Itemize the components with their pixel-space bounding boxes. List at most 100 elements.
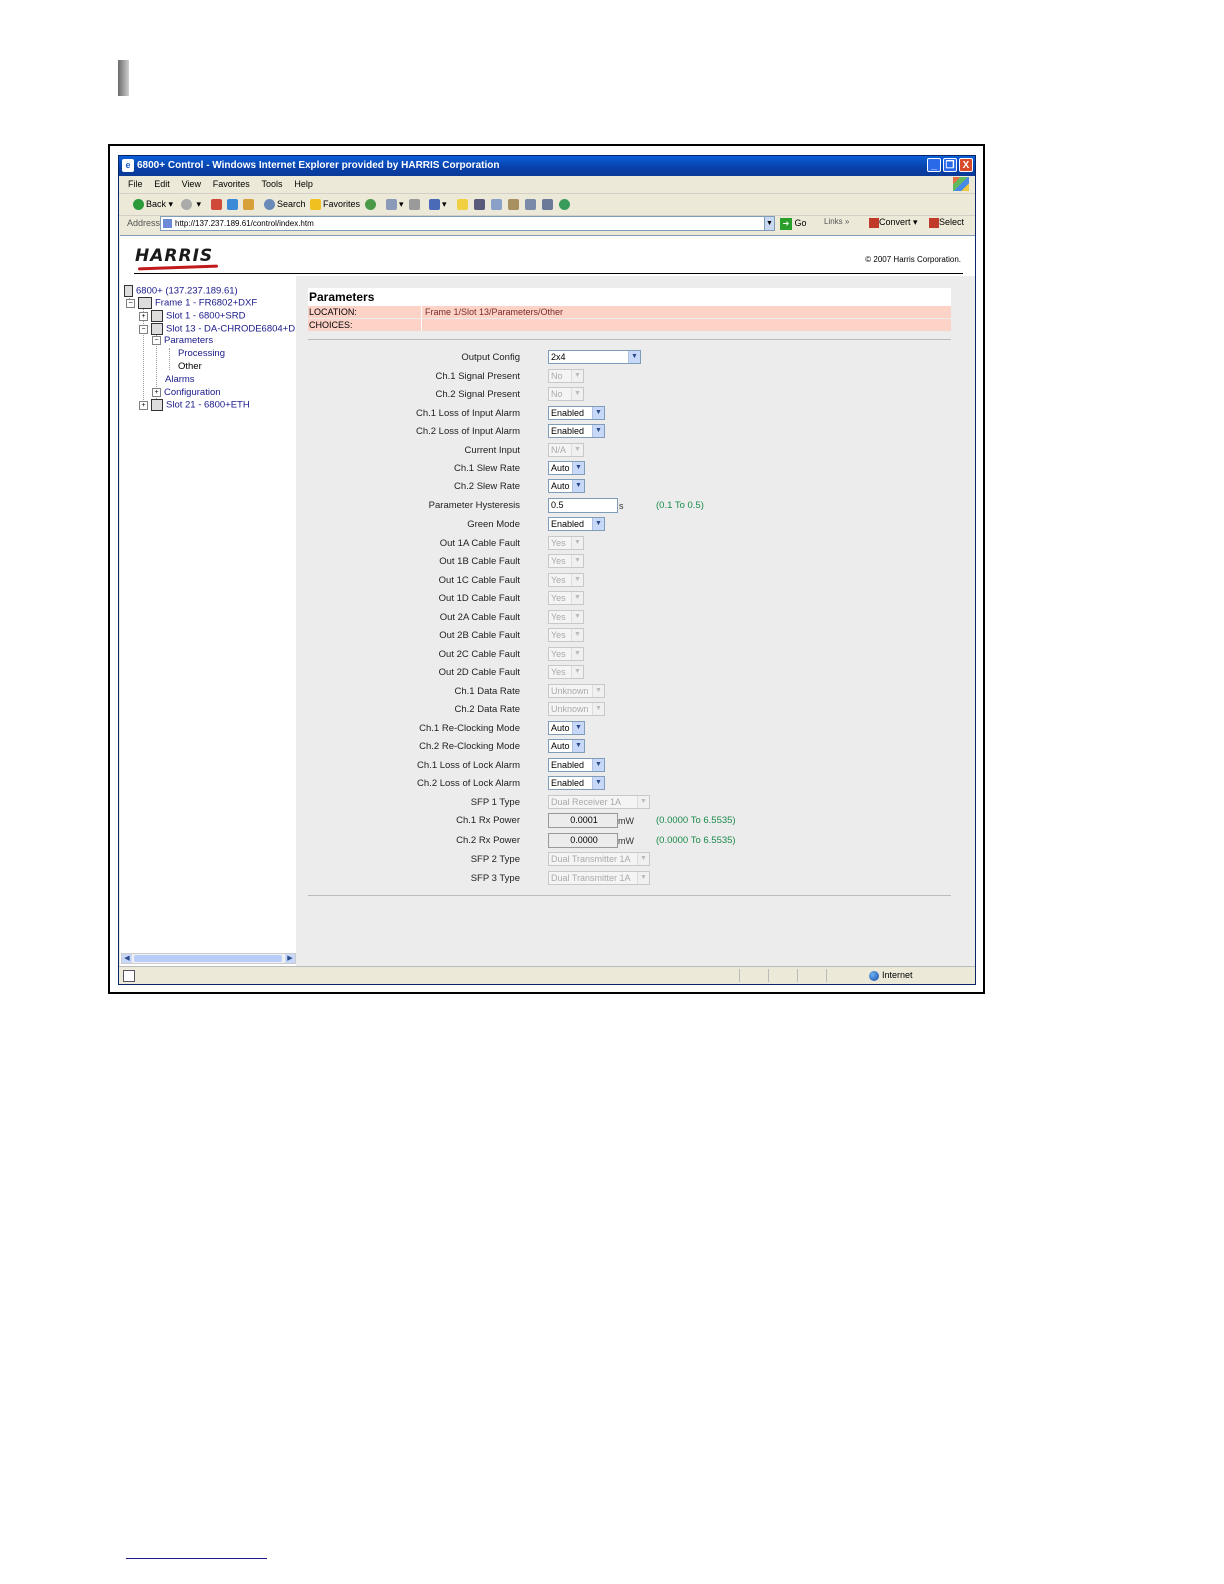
parameter-select[interactable]: Enabled ▼	[548, 517, 605, 531]
scroll-thumb[interactable]	[134, 955, 282, 962]
links-button[interactable]: Links »	[824, 217, 849, 226]
edit-button[interactable]: ▾	[429, 197, 447, 211]
tree-node-frame[interactable]: − Frame 1 - FR6802+DXF	[126, 297, 257, 310]
menu-edit[interactable]: Edit	[154, 179, 170, 189]
collapse-icon[interactable]: −	[152, 335, 161, 345]
parameter-select[interactable]: Enabled ▼	[548, 758, 605, 772]
tree-node-alarms[interactable]: Alarms	[165, 374, 195, 386]
parameter-select: Yes ▼	[548, 554, 584, 568]
search-button[interactable]: Search	[264, 197, 306, 211]
dropdown-arrow-icon[interactable]: ▼	[628, 351, 640, 363]
cut-button[interactable]	[474, 197, 487, 211]
parameter-row: Out 1C Cable Fault Yes ▼	[296, 573, 975, 589]
expand-icon[interactable]: +	[139, 400, 148, 410]
parameter-label: Ch.2 Slew Rate	[453, 481, 520, 492]
favorites-button[interactable]: Favorites	[310, 197, 360, 211]
parameter-row: Ch.2 Loss of Input Alarm Enabled ▼	[296, 424, 975, 440]
expand-icon[interactable]: +	[139, 311, 148, 321]
scroll-right-icon[interactable]: ▶	[285, 954, 295, 963]
parameter-select[interactable]: Auto ▼	[548, 479, 585, 493]
tree-node-parameters[interactable]: − Parameters	[152, 335, 213, 347]
parameter-label: Ch.1 Re-Clocking Mode	[419, 723, 520, 734]
menu-view[interactable]: View	[182, 179, 201, 189]
parameter-row: SFP 3 Type Dual Transmitter 1A ▼	[296, 871, 975, 887]
tree-label: 6800+ (137.237.189.61)	[136, 285, 238, 297]
parameter-row: Ch.2 Rx Power 0.0000 mW (0.0000 To 6.5535)	[296, 833, 975, 849]
tree-horizontal-scrollbar[interactable]: ◀ ▶	[121, 953, 296, 964]
go-label: Go	[794, 218, 807, 228]
edit-page-button[interactable]	[525, 197, 538, 211]
address-input[interactable]: http://137.237.189.61/control/index.htm	[160, 216, 765, 231]
go-button[interactable]: ➔ Go	[780, 216, 807, 231]
parameter-select[interactable]: Auto ▼	[548, 739, 585, 753]
tree-node-root[interactable]: 6800+ (137.237.189.61)	[124, 285, 238, 298]
parameter-label: SFP 3 Type	[470, 873, 520, 884]
address-dropdown-icon[interactable]: ▼	[764, 216, 775, 231]
parameter-range: (0.1 To 0.5)	[656, 500, 704, 511]
parameter-select[interactable]: Auto ▼	[548, 461, 585, 475]
dropdown-arrow-icon[interactable]: ▼	[592, 777, 604, 789]
tree-node-slot13[interactable]: − Slot 13 - DA-CHRODE6804+D	[139, 323, 295, 336]
select-value: Dual Transmitter 1A	[551, 873, 631, 883]
dropdown-arrow-icon[interactable]: ▼	[572, 462, 584, 474]
refresh-button[interactable]	[227, 197, 240, 211]
dropdown-arrow-icon[interactable]: ▼	[592, 407, 604, 419]
tree-node-other[interactable]: Other	[178, 361, 202, 373]
home-button[interactable]	[243, 197, 256, 211]
parameter-row: Ch.1 Signal Present No ▼	[296, 369, 975, 385]
parameter-select[interactable]: Enabled ▼	[548, 424, 605, 438]
tree-node-slot1[interactable]: + Slot 1 - 6800+SRD	[139, 310, 245, 323]
tree-node-configuration[interactable]: + Configuration	[152, 387, 221, 399]
back-button[interactable]: Back ▾	[133, 197, 173, 211]
select-button[interactable]: Select	[929, 217, 964, 228]
parameter-row: SFP 2 Type Dual Transmitter 1A ▼	[296, 852, 975, 868]
select-value: Auto	[551, 481, 570, 491]
dropdown-arrow-icon[interactable]: ▼	[572, 722, 584, 734]
collapse-icon[interactable]: −	[139, 324, 148, 334]
parameter-label: Ch.1 Loss of Input Alarm	[415, 408, 520, 419]
paste-button[interactable]	[508, 197, 521, 211]
dropdown-arrow-icon[interactable]: ▼	[572, 740, 584, 752]
forward-button[interactable]: ▾	[181, 197, 201, 211]
dropdown-arrow-icon[interactable]: ▼	[592, 759, 604, 771]
collapse-icon[interactable]: −	[126, 298, 135, 308]
parameter-select: No ▼	[548, 369, 584, 383]
parameter-input[interactable]: 0.5	[548, 498, 618, 513]
research-button[interactable]	[542, 197, 555, 211]
parameter-row: Ch.1 Slew Rate Auto ▼	[296, 461, 975, 477]
minimize-button[interactable]: _	[927, 158, 941, 172]
note-button[interactable]	[457, 197, 470, 211]
parameter-select[interactable]: Auto ▼	[548, 721, 585, 735]
history-button[interactable]	[365, 197, 378, 211]
print-button[interactable]	[409, 197, 422, 211]
messenger-button[interactable]	[559, 197, 572, 211]
mail-button[interactable]: ▾	[386, 197, 404, 211]
location-bar: LOCATION: Frame 1/Slot 13/Parameters/Oth…	[308, 306, 951, 318]
menu-file[interactable]: File	[128, 179, 143, 189]
close-button[interactable]: X	[959, 158, 973, 172]
convert-label: Convert	[879, 217, 911, 227]
convert-button[interactable]: Convert ▾	[869, 217, 918, 228]
dropdown-arrow-icon[interactable]: ▼	[592, 518, 604, 530]
copy-button[interactable]	[491, 197, 504, 211]
menu-help[interactable]: Help	[294, 179, 313, 189]
tree-node-processing[interactable]: Processing	[178, 348, 225, 360]
copy-icon	[491, 199, 502, 211]
tree-node-slot21[interactable]: + Slot 21 - 6800+ETH	[139, 399, 250, 412]
logo-text: HARRIS	[135, 246, 214, 266]
parameter-select[interactable]: 2x4 ▼	[548, 350, 641, 364]
parameter-select[interactable]: Enabled ▼	[548, 406, 605, 420]
menu-favorites[interactable]: Favorites	[213, 179, 250, 189]
stop-button[interactable]	[211, 197, 224, 211]
dropdown-arrow-icon: ▼	[637, 796, 649, 808]
maximize-button[interactable]: ❐	[943, 158, 957, 172]
dropdown-arrow-icon[interactable]: ▼	[572, 480, 584, 492]
dropdown-arrow-icon[interactable]: ▼	[592, 425, 604, 437]
parameter-select[interactable]: Enabled ▼	[548, 776, 605, 790]
tree-label: Alarms	[165, 374, 195, 385]
scroll-left-icon[interactable]: ◀	[122, 954, 132, 963]
parameter-select: Dual Transmitter 1A ▼	[548, 871, 650, 885]
parameter-row: Ch.1 Rx Power 0.0001 mW (0.0000 To 6.5535)	[296, 813, 975, 829]
expand-icon[interactable]: +	[152, 387, 161, 397]
menu-tools[interactable]: Tools	[262, 179, 283, 189]
